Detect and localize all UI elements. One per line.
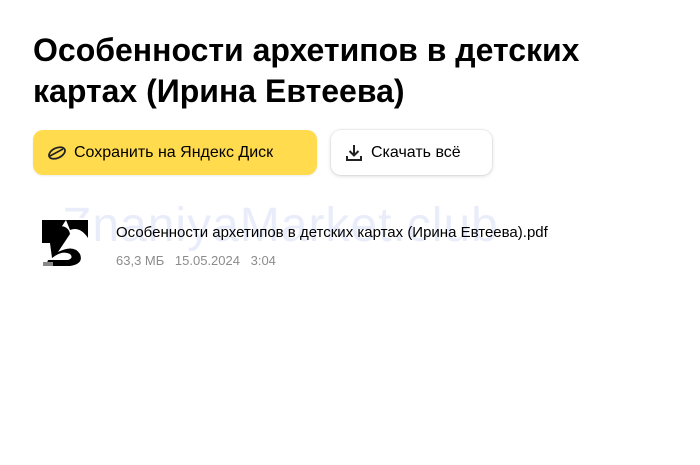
file-size: 63,3 МБ	[116, 253, 165, 268]
save-button-label: Сохранить на Яндекс Диск	[74, 143, 274, 161]
file-thumbnail	[40, 218, 90, 269]
download-icon	[343, 142, 365, 164]
public-folder-page: Особенности архетипов в детских картах (…	[0, 0, 700, 465]
download-button-label: Скачать всё	[371, 143, 461, 161]
save-to-yandex-disk-button[interactable]: Сохранить на Яндекс Диск	[33, 130, 317, 175]
action-bar: Сохранить на Яндекс Диск Скачать всё	[33, 130, 492, 175]
yandex-disk-icon	[46, 142, 68, 164]
file-meta: 63,3 МБ 15.05.2024 3:04	[116, 253, 283, 268]
file-name[interactable]: Особенности архетипов в детских картах (…	[116, 224, 548, 241]
file-list-item[interactable]: Особенности архетипов в детских картах (…	[40, 217, 660, 271]
page-title: Особенности архетипов в детских картах (…	[33, 32, 580, 109]
download-all-button[interactable]: Скачать всё	[331, 130, 492, 175]
file-time: 3:04	[250, 253, 276, 268]
file-date: 15.05.2024	[174, 253, 240, 268]
